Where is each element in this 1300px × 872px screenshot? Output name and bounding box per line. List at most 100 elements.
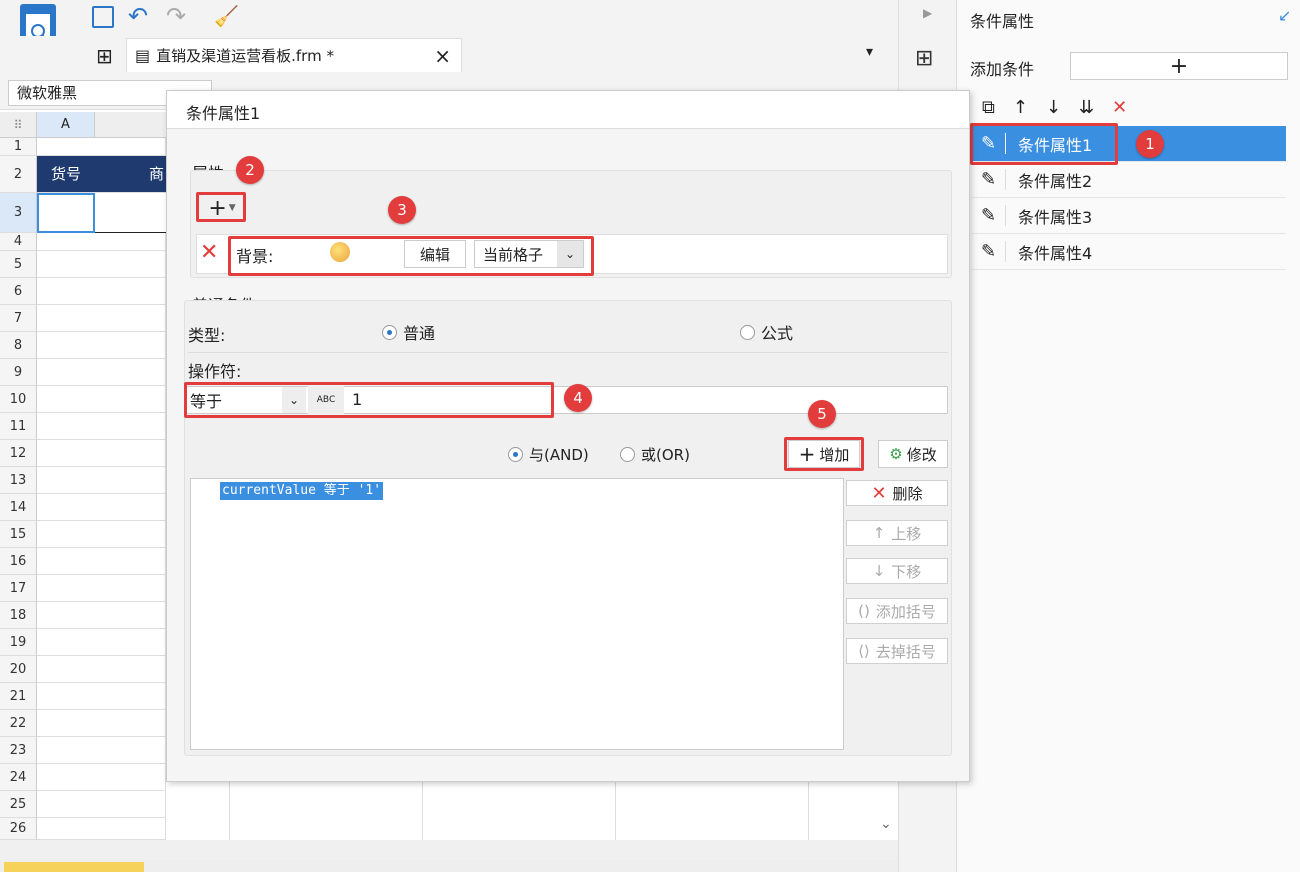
panel-pin-icon[interactable]: ↙ bbox=[1278, 6, 1291, 25]
vertical-scroll-down-icon[interactable]: ⌄ bbox=[880, 816, 892, 832]
row-header[interactable]: 21 bbox=[0, 683, 37, 710]
move-bottom-icon[interactable]: ⇊ bbox=[1079, 97, 1094, 118]
move-down-button[interactable]: ↓ 下移 bbox=[846, 558, 948, 584]
selected-cell-a3[interactable] bbox=[37, 193, 95, 233]
row-header[interactable]: 14 bbox=[0, 494, 37, 521]
grid-cell[interactable] bbox=[37, 440, 166, 467]
grid-cell[interactable] bbox=[37, 548, 166, 575]
row-header[interactable]: 5 bbox=[0, 251, 37, 278]
highlight-box-2 bbox=[196, 192, 246, 222]
remove-paren-button[interactable]: ⟨⟩ 去掉括号 bbox=[846, 638, 948, 664]
grid-cell[interactable] bbox=[37, 683, 166, 710]
row-header[interactable]: 13 bbox=[0, 467, 37, 494]
redo-icon[interactable]: ↷ bbox=[166, 2, 186, 30]
grid-cell[interactable] bbox=[37, 278, 166, 305]
grid-cell[interactable] bbox=[37, 575, 166, 602]
grid-cell[interactable] bbox=[37, 602, 166, 629]
move-up-label: 上移 bbox=[891, 524, 922, 543]
horizontal-scrollbar[interactable] bbox=[0, 840, 898, 860]
format-brush-icon[interactable]: 🧹 bbox=[214, 4, 239, 28]
grid-cell[interactable] bbox=[37, 251, 166, 278]
row-header[interactable]: 17 bbox=[0, 575, 37, 602]
row-header[interactable]: 10 bbox=[0, 386, 37, 413]
modify-button[interactable]: ⚙ 修改 bbox=[878, 440, 948, 468]
cell-b3[interactable] bbox=[95, 193, 166, 233]
row-header[interactable]: 20 bbox=[0, 656, 37, 683]
type-formula-radio[interactable]: 公式 bbox=[740, 320, 793, 344]
grid-cell[interactable] bbox=[37, 494, 166, 521]
row-header[interactable]: 23 bbox=[0, 737, 37, 764]
grid-cell[interactable] bbox=[37, 359, 166, 386]
row-header[interactable]: 2 bbox=[0, 156, 37, 193]
condition-list-item[interactable]: ✎ 条件属性4 bbox=[972, 234, 1286, 270]
grid-cell[interactable] bbox=[37, 737, 166, 764]
row-header[interactable]: 11 bbox=[0, 413, 37, 440]
move-up-button[interactable]: ↑ 上移 bbox=[846, 520, 948, 546]
grid-cell[interactable] bbox=[37, 413, 166, 440]
grid-cell[interactable] bbox=[37, 629, 166, 656]
dialog-title-bar bbox=[167, 91, 969, 129]
row-header[interactable]: 9 bbox=[0, 359, 37, 386]
condition-list-item[interactable]: ✎ 条件属性3 bbox=[972, 198, 1286, 234]
grid-cell[interactable] bbox=[37, 332, 166, 359]
delete-icon[interactable]: ✕ bbox=[1112, 97, 1127, 118]
grid-cell[interactable] bbox=[37, 138, 166, 156]
grid-cell[interactable] bbox=[37, 467, 166, 494]
grid-area-bottom[interactable] bbox=[37, 782, 877, 840]
row-header[interactable]: 7 bbox=[0, 305, 37, 332]
row-header[interactable]: 26 bbox=[0, 818, 37, 840]
row-header[interactable]: 24 bbox=[0, 764, 37, 791]
highlight-box-3 bbox=[228, 236, 594, 276]
grid-cell[interactable] bbox=[37, 710, 166, 737]
header-cell-huohao[interactable]: 货号 bbox=[37, 156, 95, 192]
row-header[interactable]: 8 bbox=[0, 332, 37, 359]
remove-paren-icon: ⟨⟩ bbox=[858, 642, 870, 660]
file-tab-title: 直销及渠道运营看板.frm * bbox=[156, 47, 334, 65]
tab-menu-icon[interactable]: ▾ bbox=[866, 44, 873, 60]
add-paren-button[interactable]: () 添加括号 bbox=[846, 598, 948, 624]
and-radio[interactable]: 与(AND) bbox=[508, 444, 589, 465]
grid-cell[interactable] bbox=[37, 521, 166, 548]
row-header[interactable]: 1 bbox=[0, 138, 37, 156]
condition-list-item[interactable]: ✎ 条件属性2 bbox=[972, 162, 1286, 198]
delete-condition-button[interactable]: ✕ 删除 bbox=[846, 480, 948, 506]
move-up-icon[interactable]: ↑ bbox=[1013, 97, 1028, 118]
grid-cell[interactable] bbox=[37, 656, 166, 683]
row-header[interactable]: 6 bbox=[0, 278, 37, 305]
pencil-icon: ✎ bbox=[972, 205, 1006, 226]
row-header[interactable]: 22 bbox=[0, 710, 37, 737]
row-header[interactable]: 15 bbox=[0, 521, 37, 548]
row-header[interactable]: 25 bbox=[0, 791, 37, 818]
grid-icon[interactable]: ⊞ bbox=[96, 44, 113, 68]
move-down-icon[interactable]: ↓ bbox=[1046, 97, 1061, 118]
radio-on-icon bbox=[382, 324, 397, 340]
condition-item[interactable]: currentValue 等于 '1' bbox=[220, 482, 384, 500]
collapse-arrow-icon[interactable]: ▶ bbox=[923, 6, 932, 20]
copy-icon[interactable]: ⧉ bbox=[982, 97, 995, 118]
save-icon[interactable] bbox=[92, 6, 114, 28]
column-header-a[interactable]: A bbox=[37, 112, 95, 138]
close-tab-icon[interactable]: × bbox=[434, 44, 451, 68]
grid-cell[interactable] bbox=[37, 233, 166, 251]
row-header[interactable]: 12 bbox=[0, 440, 37, 467]
row-header[interactable]: 4 bbox=[0, 233, 37, 251]
or-radio[interactable]: 或(OR) bbox=[620, 444, 690, 465]
undo-icon[interactable]: ↶ bbox=[128, 2, 148, 30]
condition-list[interactable] bbox=[190, 478, 844, 750]
grid-cell[interactable] bbox=[37, 386, 166, 413]
type-normal-radio[interactable]: 普通 bbox=[382, 320, 435, 344]
corner-cell[interactable]: ⠿ bbox=[0, 112, 37, 138]
row-header[interactable]: 16 bbox=[0, 548, 37, 575]
sheet-tab-active[interactable] bbox=[4, 862, 144, 872]
header-cell-shang[interactable]: 商 bbox=[95, 156, 166, 192]
grid-cell[interactable] bbox=[37, 305, 166, 332]
row-header[interactable]: 3 bbox=[0, 193, 37, 233]
file-tab[interactable]: ▤ 直销及渠道运营看板.frm * × bbox=[126, 38, 462, 72]
condition-list-label: 条件属性3 bbox=[1018, 207, 1093, 227]
sheet-tabs[interactable] bbox=[0, 860, 898, 872]
row-header[interactable]: 18 bbox=[0, 602, 37, 629]
add-condition-button[interactable]: + bbox=[1070, 52, 1288, 80]
remove-attribute-icon[interactable]: ✕ bbox=[200, 240, 218, 265]
row-header[interactable]: 19 bbox=[0, 629, 37, 656]
widget-panel-icon[interactable]: ⊞ bbox=[915, 46, 933, 71]
